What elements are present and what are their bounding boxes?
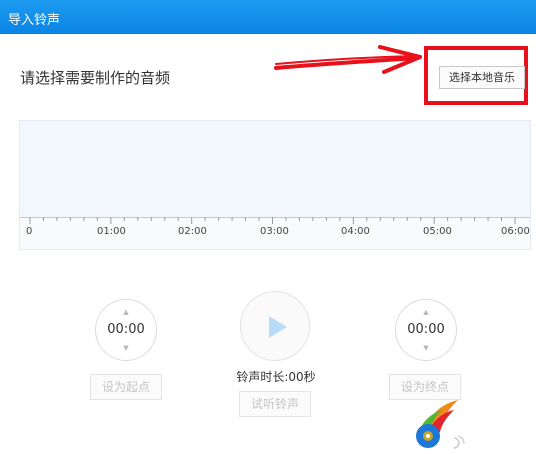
select-audio-prompt: 请选择需要制作的音频	[20, 69, 171, 87]
annotation-arrow	[274, 45, 422, 74]
tick-label: 05:00	[423, 226, 452, 237]
end-time-spinner[interactable]: ▲ 00:00 ▼	[395, 299, 457, 361]
tick-label: 06:00	[501, 226, 530, 237]
chevron-up-icon[interactable]: ▲	[396, 308, 456, 316]
timeline-ruler: 0 01:00 02:00 03:00 04:00 05:00 06:00	[20, 217, 530, 249]
waveform-area[interactable]	[20, 121, 530, 217]
play-icon	[269, 316, 287, 338]
set-start-button[interactable]: 设为起点	[90, 374, 162, 400]
start-time-spinner[interactable]: ▲ 00:00 ▼	[95, 299, 157, 361]
tick-label: 02:00	[178, 226, 207, 237]
tick-label: 04:00	[341, 226, 370, 237]
preview-ringtone-button[interactable]: 试听铃声	[239, 391, 311, 417]
title-bar: 导入铃声	[0, 0, 536, 34]
chevron-up-icon[interactable]: ▲	[96, 308, 156, 316]
waveform-panel: 0 01:00 02:00 03:00 04:00 05:00 06:00	[19, 120, 531, 250]
play-button[interactable]	[240, 291, 310, 361]
window-title: 导入铃声	[8, 13, 61, 28]
tick-label: 03:00	[260, 226, 289, 237]
tick-label: 01:00	[97, 226, 126, 237]
ringtone-duration: 铃声时长:00秒	[236, 370, 316, 384]
tick-label: 0	[26, 226, 33, 237]
chevron-down-icon[interactable]: ▼	[396, 344, 456, 352]
app-logo-icon	[416, 400, 465, 449]
select-local-music-button[interactable]: 选择本地音乐	[439, 66, 525, 89]
start-time-value: 00:00	[107, 322, 145, 337]
end-time-value: 00:00	[407, 322, 445, 337]
chevron-down-icon[interactable]: ▼	[96, 344, 156, 352]
